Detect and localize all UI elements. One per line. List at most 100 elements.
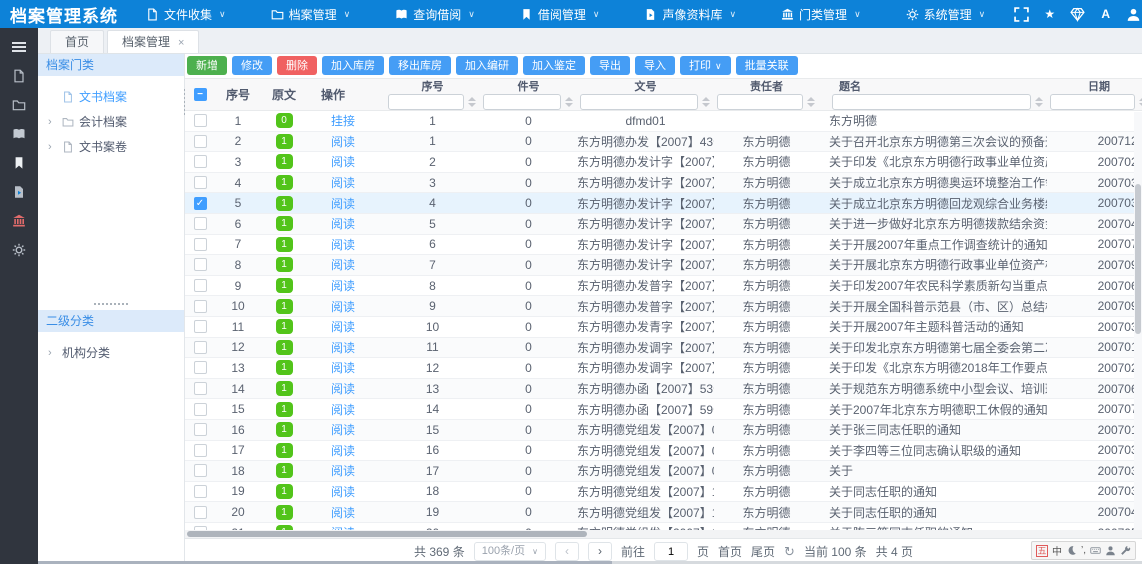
operation-link[interactable]: 挂接 bbox=[331, 114, 355, 128]
original-count-badge[interactable]: 1 bbox=[276, 216, 293, 231]
row-checkbox[interactable] bbox=[194, 114, 207, 127]
filter-input-docno[interactable] bbox=[580, 94, 698, 110]
sidebar-icon-borrow-manage[interactable] bbox=[12, 156, 26, 170]
filter-input-title[interactable] bbox=[832, 94, 1031, 110]
operation-link[interactable]: 阅读 bbox=[331, 485, 355, 499]
table-row[interactable]: 201阅读190东方明德党组发【2007】16号东方明德关于同志任职的通知200… bbox=[185, 502, 1142, 523]
row-checkbox[interactable] bbox=[194, 506, 207, 519]
row-checkbox[interactable] bbox=[194, 155, 207, 168]
operation-link[interactable]: 阅读 bbox=[331, 506, 355, 520]
filter-input-resp[interactable] bbox=[717, 94, 803, 110]
original-count-badge[interactable]: 1 bbox=[276, 505, 293, 520]
row-checkbox[interactable] bbox=[194, 279, 207, 292]
original-count-badge[interactable]: 1 bbox=[276, 360, 293, 375]
sidebar-icon-file-collection[interactable] bbox=[12, 69, 26, 83]
original-count-badge[interactable]: 1 bbox=[276, 381, 293, 396]
sidebar-icon-menu-toggle[interactable] bbox=[12, 40, 26, 54]
menu-item-file-collection[interactable]: 文件收集∨ bbox=[130, 6, 255, 23]
row-checkbox[interactable] bbox=[194, 176, 207, 189]
batch-link-button[interactable]: 批量关联 bbox=[736, 56, 798, 75]
add-storeroom-button[interactable]: 加入库房 bbox=[322, 56, 384, 75]
table-row[interactable]: 141阅读130东方明德办函【2007】53号东方明德关于规范东方明德系统中小型… bbox=[185, 379, 1142, 400]
operation-link[interactable]: 阅读 bbox=[331, 423, 355, 437]
row-checkbox[interactable] bbox=[194, 135, 207, 148]
page-number-input[interactable] bbox=[654, 542, 688, 561]
table-row[interactable]: 61阅读50东方明德办发计字【2007】15号东方明德关于进一步做好北京东方明德… bbox=[185, 214, 1142, 235]
original-count-badge[interactable]: 1 bbox=[276, 257, 293, 272]
moon-icon[interactable] bbox=[1066, 545, 1077, 556]
menu-item-category-manage[interactable]: 门类管理∨ bbox=[765, 6, 890, 23]
sidebar-icon-query-borrow[interactable] bbox=[12, 127, 26, 141]
operation-link[interactable]: 阅读 bbox=[331, 258, 355, 272]
operation-link[interactable]: 阅读 bbox=[331, 464, 355, 478]
tree-primary-item-1[interactable]: ›会计档案 bbox=[38, 109, 184, 134]
row-checkbox[interactable] bbox=[194, 485, 207, 498]
operation-link[interactable]: 阅读 bbox=[331, 403, 355, 417]
import-button[interactable]: 导入 bbox=[635, 56, 675, 75]
original-count-badge[interactable]: 1 bbox=[276, 484, 293, 499]
vscroll-thumb[interactable] bbox=[1135, 184, 1141, 334]
table-row[interactable]: 181阅读170东方明德党组发【2007】09号东方明德关于20070322 bbox=[185, 461, 1142, 482]
wrench-icon[interactable] bbox=[1120, 545, 1131, 556]
sidebar-icon-system-manage[interactable] bbox=[12, 243, 26, 257]
operation-link[interactable]: 阅读 bbox=[331, 382, 355, 396]
table-row[interactable]: 81阅读70东方明德办发计字【2007】33号东方明德关于开展北京东方明德行政事… bbox=[185, 255, 1142, 276]
original-count-badge[interactable]: 1 bbox=[276, 278, 293, 293]
tree-primary-item-2[interactable]: ›文书案卷 bbox=[38, 134, 184, 159]
sort-arrows-date[interactable] bbox=[1138, 97, 1142, 107]
ime-logo-icon[interactable]: 五 bbox=[1036, 545, 1048, 557]
close-icon[interactable]: × bbox=[178, 37, 184, 49]
add-research-button[interactable]: 加入编研 bbox=[456, 56, 518, 75]
add-button[interactable]: 新增 bbox=[187, 56, 227, 75]
hscroll-thumb[interactable] bbox=[187, 531, 587, 537]
chevron-right-icon[interactable]: › bbox=[48, 141, 57, 153]
table-row[interactable]: 101阅读90东方明德办发普字【2007】32号东方明德关于开展全国科普示范县（… bbox=[185, 296, 1142, 317]
add-appraisal-button[interactable]: 加入鉴定 bbox=[523, 56, 585, 75]
horizontal-scrollbar[interactable] bbox=[185, 530, 1142, 538]
table-row[interactable]: 21阅读10东方明德办发【2007】43号东方明德关于召开北京东方明德第三次会议… bbox=[185, 132, 1142, 153]
font-size-icon[interactable]: A bbox=[1098, 7, 1113, 22]
original-count-badge[interactable]: 1 bbox=[276, 299, 293, 314]
row-checkbox[interactable] bbox=[194, 258, 207, 271]
operation-link[interactable]: 阅读 bbox=[331, 361, 355, 375]
sort-arrows-item[interactable] bbox=[564, 97, 574, 107]
original-count-badge[interactable]: 1 bbox=[276, 154, 293, 169]
original-count-badge[interactable]: 1 bbox=[276, 463, 293, 478]
row-checkbox[interactable] bbox=[194, 382, 207, 395]
row-checkbox[interactable] bbox=[194, 444, 207, 457]
row-checkbox[interactable]: ✓ bbox=[194, 197, 207, 210]
sort-arrows-title[interactable] bbox=[1034, 97, 1044, 107]
menu-item-borrow-manage[interactable]: 借阅管理∨ bbox=[504, 6, 629, 23]
sidebar-icon-category-manage[interactable] bbox=[12, 214, 26, 228]
table-row[interactable]: 91阅读80东方明德办发普字【2007】25号东方明德关于印发2007年农民科学… bbox=[185, 276, 1142, 297]
row-checkbox[interactable] bbox=[194, 300, 207, 313]
sort-arrows-docno[interactable] bbox=[701, 97, 711, 107]
operation-link[interactable]: 阅读 bbox=[331, 197, 355, 211]
gem-icon[interactable] bbox=[1070, 7, 1085, 22]
operation-link[interactable]: 阅读 bbox=[331, 176, 355, 190]
export-button[interactable]: 导出 bbox=[590, 56, 630, 75]
sidebar-icon-archive-manage[interactable] bbox=[12, 98, 26, 112]
original-count-badge[interactable]: 1 bbox=[276, 402, 293, 417]
remove-storeroom-button[interactable]: 移出库房 bbox=[389, 56, 451, 75]
filter-input-seq[interactable] bbox=[388, 94, 464, 110]
original-count-badge[interactable]: 1 bbox=[276, 319, 293, 334]
table-row[interactable]: 111阅读100东方明德办发青字【2007】8号东方明德关于开展2007年主题科… bbox=[185, 317, 1142, 338]
operation-link[interactable]: 阅读 bbox=[331, 444, 355, 458]
operation-link[interactable]: 阅读 bbox=[331, 341, 355, 355]
menu-item-av-library[interactable]: 声像资料库∨ bbox=[628, 6, 765, 23]
sidebar-icon-av-library[interactable] bbox=[12, 185, 26, 199]
original-count-badge[interactable]: 1 bbox=[276, 340, 293, 355]
table-row[interactable]: 10挂接10dfmd01东方明德 bbox=[185, 111, 1142, 132]
refresh-icon[interactable]: ↻ bbox=[784, 544, 795, 560]
operation-link[interactable]: 阅读 bbox=[331, 279, 355, 293]
sort-arrows-resp[interactable] bbox=[806, 97, 816, 107]
row-checkbox[interactable] bbox=[194, 403, 207, 416]
operation-link[interactable]: 阅读 bbox=[331, 238, 355, 252]
print-button[interactable]: 打印∨ bbox=[680, 56, 731, 75]
operation-link[interactable]: 阅读 bbox=[331, 217, 355, 231]
person-icon[interactable] bbox=[1105, 545, 1116, 556]
table-row[interactable]: 131阅读120东方明德办发调字【2007】5号东方明德关于印发《北京东方明德2… bbox=[185, 358, 1142, 379]
tab-archive-manage[interactable]: 档案管理× bbox=[107, 30, 199, 53]
table-row[interactable]: 121阅读110东方明德办发调字【2007】3号东方明德关于印发北京东方明德第七… bbox=[185, 338, 1142, 359]
